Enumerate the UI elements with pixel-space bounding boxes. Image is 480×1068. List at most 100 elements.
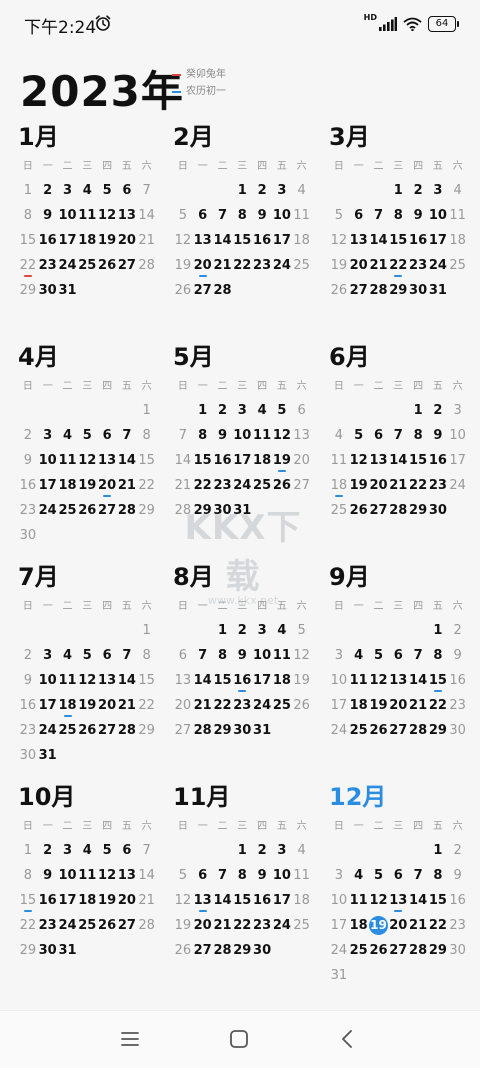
day-cell[interactable]: 2 <box>408 178 428 203</box>
day-cell[interactable]: 22 <box>137 473 157 498</box>
day-cell[interactable]: 10 <box>329 888 349 913</box>
day-cell[interactable]: 18 <box>292 228 312 253</box>
day-cell[interactable]: 30 <box>18 523 38 548</box>
day-cell[interactable]: 11 <box>77 863 97 888</box>
day-cell[interactable]: 8 <box>232 863 252 888</box>
day-cell[interactable]: 6 <box>193 203 213 228</box>
month-block[interactable]: 12月日一二三四五六 1 2 3 4 5 6 7 8 9 10 11 12 13 14 15 16 17 18 19 2… <box>329 780 479 988</box>
day-cell[interactable]: 19 <box>77 473 97 498</box>
day-cell[interactable]: 18 <box>252 448 272 473</box>
day-cell[interactable]: 22 <box>18 913 38 938</box>
day-cell[interactable]: 18 <box>292 888 312 913</box>
day-cell[interactable]: 23 <box>252 913 272 938</box>
day-cell[interactable]: 12 <box>369 668 389 693</box>
day-cell[interactable]: 11 <box>448 203 468 228</box>
day-cell[interactable]: 5 <box>329 203 349 228</box>
day-cell[interactable]: 24 <box>252 693 272 718</box>
day-cell[interactable]: 28 <box>137 253 157 278</box>
day-cell[interactable]: 6 <box>117 838 137 863</box>
day-cell[interactable]: 23 <box>428 473 448 498</box>
day-cell[interactable]: 22 <box>193 473 213 498</box>
month-title[interactable]: 1月 <box>18 120 168 154</box>
day-cell[interactable]: 7 <box>137 838 157 863</box>
day-cell[interactable]: 23 <box>408 253 428 278</box>
day-cell[interactable]: 17 <box>58 228 78 253</box>
day-cell[interactable]: 4 <box>448 178 468 203</box>
day-cell[interactable]: 30 <box>38 938 58 963</box>
day-cell[interactable]: 9 <box>252 203 272 228</box>
day-cell[interactable]: 3 <box>428 178 448 203</box>
day-cell[interactable]: 26 <box>173 938 193 963</box>
day-cell[interactable]: 10 <box>329 668 349 693</box>
day-cell[interactable]: 14 <box>408 888 428 913</box>
day-cell[interactable]: 10 <box>38 448 58 473</box>
day-cell[interactable]: 16 <box>18 473 38 498</box>
day-cell[interactable]: 21 <box>369 253 389 278</box>
day-cell[interactable]: 5 <box>292 618 312 643</box>
day-cell[interactable]: 20 <box>193 913 213 938</box>
day-cell[interactable]: 23 <box>38 913 58 938</box>
day-cell[interactable]: 27 <box>369 498 389 523</box>
day-cell[interactable]: 7 <box>408 643 428 668</box>
day-cell[interactable]: 30 <box>232 718 252 743</box>
day-cell[interactable]: 8 <box>213 643 233 668</box>
day-cell[interactable]: 18 <box>77 888 97 913</box>
day-cell[interactable]: 21 <box>193 693 213 718</box>
day-cell[interactable]: 11 <box>252 423 272 448</box>
day-cell[interactable]: 20 <box>97 693 117 718</box>
day-cell[interactable]: 12 <box>329 228 349 253</box>
day-cell[interactable]: 29 <box>137 718 157 743</box>
day-cell[interactable]: 24 <box>38 718 58 743</box>
day-cell[interactable]: 7 <box>369 203 389 228</box>
day-cell[interactable]: 19 <box>272 448 292 473</box>
day-cell[interactable]: 24 <box>58 913 78 938</box>
month-block[interactable]: 9月日一二三四五六 1 2 3 4 5 6 7 8 9 10 11 12 13 14 15 16 17 18 19 20… <box>329 560 479 743</box>
day-cell[interactable]: 23 <box>252 253 272 278</box>
day-cell[interactable]: 7 <box>388 423 408 448</box>
month-block[interactable]: 5月日一二三四五六 1 2 3 4 5 6 7 8 9 10 11 12 13 14 15 16 17 18 19 20… <box>173 340 323 523</box>
day-cell[interactable]: 30 <box>448 718 468 743</box>
day-cell[interactable]: 7 <box>173 423 193 448</box>
day-cell[interactable]: 23 <box>18 718 38 743</box>
day-cell[interactable]: 27 <box>388 718 408 743</box>
day-cell[interactable]: 24 <box>329 938 349 963</box>
day-cell[interactable]: 13 <box>369 448 389 473</box>
month-title[interactable]: 7月 <box>18 560 168 594</box>
day-cell[interactable]: 27 <box>388 938 408 963</box>
day-cell[interactable]: 4 <box>292 178 312 203</box>
day-cell[interactable]: 9 <box>428 423 448 448</box>
day-cell[interactable]: 7 <box>408 863 428 888</box>
day-cell[interactable]: 3 <box>329 863 349 888</box>
day-cell[interactable]: 15 <box>18 888 38 913</box>
day-cell[interactable]: 5 <box>77 423 97 448</box>
day-cell[interactable]: 3 <box>58 838 78 863</box>
day-cell[interactable]: 13 <box>292 423 312 448</box>
day-cell[interactable]: 26 <box>97 913 117 938</box>
day-cell[interactable]: 28 <box>193 718 213 743</box>
day-cell[interactable]: 21 <box>213 913 233 938</box>
month-block[interactable]: 10月日一二三四五六 1 2 3 4 5 6 7 8 9 10 11 12 13 14 15 16 17 18 19 2… <box>18 780 168 963</box>
day-cell[interactable]: 3 <box>272 178 292 203</box>
day-cell[interactable]: 21 <box>117 473 137 498</box>
day-cell[interactable]: 23 <box>213 473 233 498</box>
day-cell[interactable]: 28 <box>408 718 428 743</box>
day-cell[interactable]: 1 <box>213 618 233 643</box>
day-cell[interactable]: 11 <box>292 203 312 228</box>
day-cell[interactable]: 18 <box>349 693 369 718</box>
day-cell[interactable]: 22 <box>137 693 157 718</box>
day-cell[interactable]: 2 <box>448 618 468 643</box>
day-cell[interactable]: 15 <box>213 668 233 693</box>
day-cell[interactable]: 14 <box>388 448 408 473</box>
day-cell[interactable]: 27 <box>349 278 369 303</box>
day-cell[interactable]: 13 <box>117 203 137 228</box>
day-cell[interactable]: 8 <box>137 423 157 448</box>
day-cell[interactable]: 4 <box>77 178 97 203</box>
day-cell[interactable]: 1 <box>232 178 252 203</box>
day-cell[interactable]: 15 <box>137 668 157 693</box>
day-cell[interactable]: 13 <box>97 668 117 693</box>
day-cell[interactable]: 14 <box>117 668 137 693</box>
day-cell[interactable]: 9 <box>252 863 272 888</box>
day-cell[interactable]: 10 <box>232 423 252 448</box>
day-cell[interactable]: 31 <box>38 743 58 768</box>
day-cell[interactable]: 1 <box>408 398 428 423</box>
